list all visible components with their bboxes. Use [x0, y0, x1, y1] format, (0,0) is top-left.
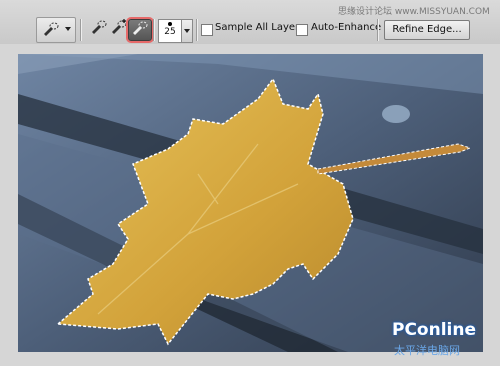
subtract-from-selection-button[interactable]: [128, 19, 152, 41]
brush-tip-icon: [168, 22, 172, 26]
separator: [196, 19, 197, 41]
chevron-down-icon: [65, 27, 71, 31]
brush-size-dropdown[interactable]: [181, 19, 193, 43]
sample-all-layers-checkbox[interactable]: [201, 24, 213, 36]
options-bar: 思缘设计论坛 www.MISSYUAN.COM 25 Sample All La…: [0, 0, 500, 44]
brush-size-value: 25: [164, 27, 176, 37]
tool-preset-picker[interactable]: [36, 17, 76, 43]
brush-size-picker[interactable]: 25: [158, 19, 182, 43]
separator: [80, 19, 81, 41]
document-canvas[interactable]: [18, 54, 483, 352]
auto-enhance-checkbox[interactable]: [296, 24, 308, 36]
refine-edge-button[interactable]: Refine Edge...: [384, 20, 470, 40]
watermark-top: 思缘设计论坛 www.MISSYUAN.COM: [338, 7, 490, 17]
subtract-from-selection-icon: [131, 20, 149, 40]
auto-enhance-label: Auto-Enhance: [311, 22, 382, 33]
photo-leaf-on-bench: [18, 54, 483, 352]
add-to-selection-button[interactable]: [108, 19, 130, 39]
sample-all-layers-label: Sample All Layers: [215, 22, 305, 33]
separator: [153, 19, 154, 41]
chevron-down-icon: [184, 29, 190, 33]
brand-watermark: PConline: [392, 320, 477, 340]
new-selection-icon: [90, 19, 108, 39]
separator: [377, 19, 378, 41]
quick-selection-icon: [42, 21, 60, 41]
brand-watermark-sub: 太平洋电脑网: [394, 344, 460, 357]
add-to-selection-icon: [110, 19, 128, 39]
new-selection-button[interactable]: [88, 19, 110, 39]
